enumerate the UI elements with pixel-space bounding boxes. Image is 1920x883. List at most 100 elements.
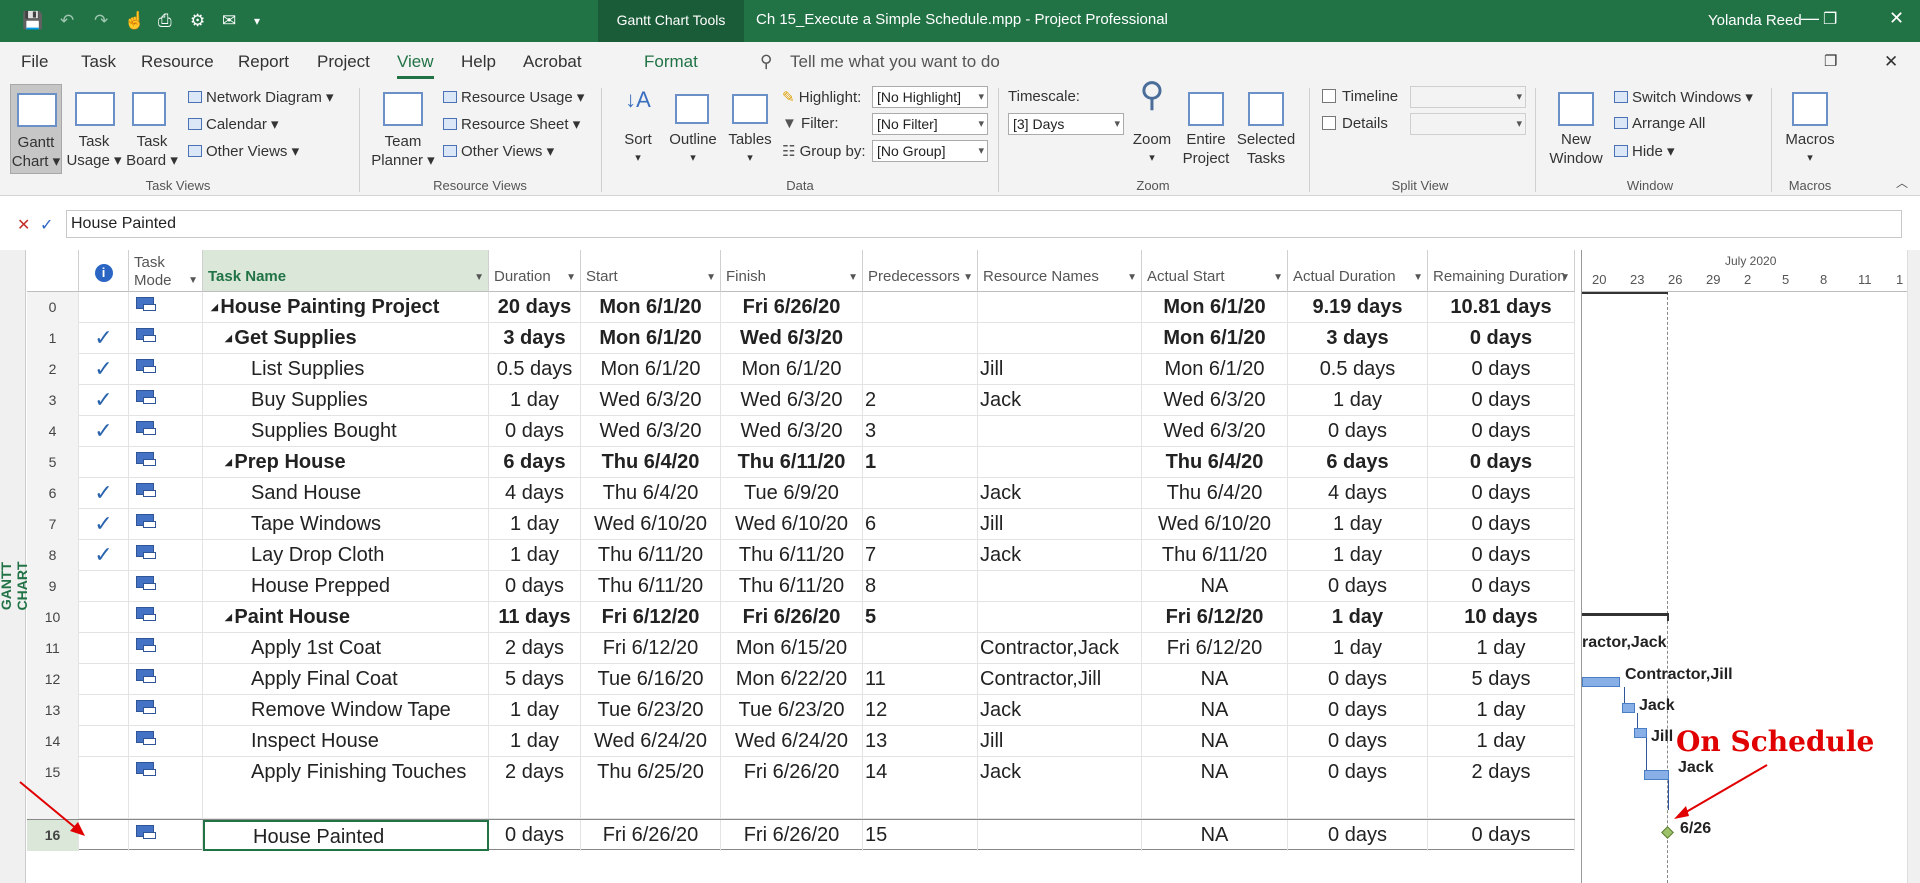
- remaining-duration-header[interactable]: Remaining Duration ▼: [1428, 250, 1575, 292]
- rdur-cell[interactable]: 0 days: [1428, 416, 1575, 447]
- astart-cell[interactable]: Wed 6/10/20: [1142, 509, 1288, 540]
- duration-cell[interactable]: 2 days: [489, 757, 581, 819]
- collapse-triangle-icon[interactable]: ◢: [225, 457, 234, 467]
- predecessors-filter-icon[interactable]: ▼: [963, 272, 973, 283]
- finish-cell[interactable]: Mon 6/22/20: [721, 664, 863, 695]
- duration-cell[interactable]: 1 day: [489, 726, 581, 757]
- finish-cell[interactable]: Mon 6/15/20: [721, 633, 863, 664]
- astart-cell[interactable]: Mon 6/1/20: [1142, 323, 1288, 354]
- finish-cell[interactable]: Fri 6/26/20: [721, 757, 863, 819]
- confirm-entry-icon[interactable]: ✓: [40, 215, 53, 235]
- pred-cell[interactable]: 2: [863, 385, 978, 416]
- astart-cell[interactable]: Thu 6/11/20: [1142, 540, 1288, 571]
- row-id[interactable]: 12: [27, 664, 79, 695]
- touch-mode-icon[interactable]: ☝: [124, 11, 145, 31]
- task-name-cell[interactable]: House Painted: [203, 820, 489, 851]
- row-id[interactable]: 11: [27, 633, 79, 664]
- remaining-duration-filter-icon[interactable]: ▼: [1560, 272, 1570, 283]
- duration-header[interactable]: Duration ▼: [489, 250, 581, 292]
- task-row[interactable]: 8 ✓ Lay Drop Cloth 1 day Thu 6/11/20 Thu 6/11…: [27, 540, 1575, 571]
- email-icon[interactable]: ✉: [222, 11, 236, 31]
- start-cell[interactable]: Fri 6/26/20: [581, 820, 721, 851]
- actual-duration-filter-icon[interactable]: ▼: [1413, 272, 1423, 283]
- start-cell[interactable]: Fri 6/12/20: [581, 602, 721, 633]
- redo-icon[interactable]: ↷: [94, 11, 108, 31]
- row-id[interactable]: 5: [27, 447, 79, 478]
- rdur-cell[interactable]: 10.81 days: [1428, 292, 1575, 323]
- duration-cell[interactable]: 2 days: [489, 633, 581, 664]
- task-row[interactable]: 12 Apply Final Coat 5 days Tue 6/16/20 Mon 6…: [27, 664, 1575, 695]
- adur-cell[interactable]: 4 days: [1288, 478, 1428, 509]
- row-id[interactable]: 2: [27, 354, 79, 385]
- timescale-dropdown[interactable]: [3] Days: [1008, 113, 1124, 135]
- res-cell[interactable]: [978, 323, 1142, 354]
- restore-icon[interactable]: ❐: [1823, 9, 1837, 29]
- start-cell[interactable]: Thu 6/25/20: [581, 757, 721, 819]
- minimize-icon[interactable]: —: [1801, 8, 1819, 29]
- adur-cell[interactable]: 0 days: [1288, 664, 1428, 695]
- finish-header[interactable]: Finish ▼: [721, 250, 863, 292]
- start-filter-icon[interactable]: ▼: [706, 272, 716, 283]
- duration-cell[interactable]: 1 day: [489, 509, 581, 540]
- pred-cell[interactable]: 5: [863, 602, 978, 633]
- task-mode-filter-icon[interactable]: ▼: [188, 272, 198, 290]
- start-cell[interactable]: Fri 6/12/20: [581, 633, 721, 664]
- user-name[interactable]: Yolanda Reed: [1708, 12, 1802, 29]
- other-views-button[interactable]: Other Views ▾: [188, 142, 299, 160]
- duration-cell[interactable]: 1 day: [489, 540, 581, 571]
- task-row[interactable]: 4 ✓ Supplies Bought 0 days Wed 6/3/20 Wed 6/3…: [27, 416, 1575, 447]
- task-mode-cell[interactable]: [129, 354, 203, 385]
- task-name-cell[interactable]: Apply Finishing Touches: [203, 757, 489, 819]
- res-cell[interactable]: Contractor,Jill: [978, 664, 1142, 695]
- rdur-cell[interactable]: 0 days: [1428, 478, 1575, 509]
- adur-cell[interactable]: 1 day: [1288, 385, 1428, 416]
- row-id[interactable]: 1: [27, 323, 79, 354]
- rdur-cell[interactable]: 1 day: [1428, 695, 1575, 726]
- task-mode-cell[interactable]: [129, 695, 203, 726]
- pred-cell[interactable]: [863, 323, 978, 354]
- duration-cell[interactable]: 0 days: [489, 416, 581, 447]
- pred-cell[interactable]: 12: [863, 695, 978, 726]
- task-row[interactable]: 3 ✓ Buy Supplies 1 day Wed 6/3/20 Wed 6/3/20 2…: [27, 385, 1575, 416]
- customize-toolbar-icon[interactable]: ▾: [254, 14, 260, 28]
- task-name-cell[interactable]: Inspect House: [203, 726, 489, 757]
- adur-cell[interactable]: 6 days: [1288, 447, 1428, 478]
- astart-cell[interactable]: Thu 6/4/20: [1142, 447, 1288, 478]
- task-mode-cell[interactable]: [129, 820, 203, 851]
- menu-format[interactable]: Format: [644, 52, 698, 72]
- adur-cell[interactable]: 1 day: [1288, 540, 1428, 571]
- astart-cell[interactable]: Wed 6/3/20: [1142, 416, 1288, 447]
- task-row[interactable]: 2 ✓ List Supplies 0.5 days Mon 6/1/20 Mon 6/1…: [27, 354, 1575, 385]
- rdur-cell[interactable]: 0 days: [1428, 385, 1575, 416]
- start-cell[interactable]: Thu 6/4/20: [581, 447, 721, 478]
- astart-cell[interactable]: NA: [1142, 664, 1288, 695]
- astart-cell[interactable]: Fri 6/12/20: [1142, 602, 1288, 633]
- menu-view[interactable]: View: [397, 52, 434, 79]
- rdur-cell[interactable]: 2 days: [1428, 757, 1575, 819]
- duration-filter-icon[interactable]: ▼: [566, 272, 576, 283]
- task-mode-cell[interactable]: [129, 447, 203, 478]
- pred-cell[interactable]: [863, 478, 978, 509]
- highlight-dropdown[interactable]: [No Highlight]: [872, 86, 988, 108]
- adur-cell[interactable]: 0.5 days: [1288, 354, 1428, 385]
- arrange-all-button[interactable]: Arrange All: [1614, 115, 1705, 132]
- finish-cell[interactable]: Mon 6/1/20: [721, 354, 863, 385]
- hide-button[interactable]: Hide ▾: [1614, 142, 1675, 160]
- finish-cell[interactable]: Wed 6/24/20: [721, 726, 863, 757]
- entry-field[interactable]: House Painted: [66, 210, 1902, 238]
- menu-project[interactable]: Project: [317, 52, 370, 72]
- row-id[interactable]: 3: [27, 385, 79, 416]
- task-row[interactable]: 14 Inspect House 1 day Wed 6/24/20 Wed 6/24/…: [27, 726, 1575, 757]
- adur-cell[interactable]: 0 days: [1288, 726, 1428, 757]
- row-id[interactable]: 0: [27, 292, 79, 323]
- task-mode-cell[interactable]: [129, 664, 203, 695]
- start-cell[interactable]: Mon 6/1/20: [581, 292, 721, 323]
- task-mode-cell[interactable]: [129, 478, 203, 509]
- task-mode-cell[interactable]: [129, 416, 203, 447]
- resource-usage-button[interactable]: Resource Usage ▾: [443, 88, 584, 106]
- task-name-cell[interactable]: Buy Supplies: [203, 385, 489, 416]
- task-row[interactable]: 10 ◢ Paint House 11 days Fri 6/12/20 Fri 6/2…: [27, 602, 1575, 633]
- predecessors-header[interactable]: Predecessors ▼: [863, 250, 978, 292]
- network-diagram-button[interactable]: Network Diagram ▾: [188, 88, 334, 106]
- task-row[interactable]: 9 House Prepped 0 days Thu 6/11/20 Thu 6/11/…: [27, 571, 1575, 602]
